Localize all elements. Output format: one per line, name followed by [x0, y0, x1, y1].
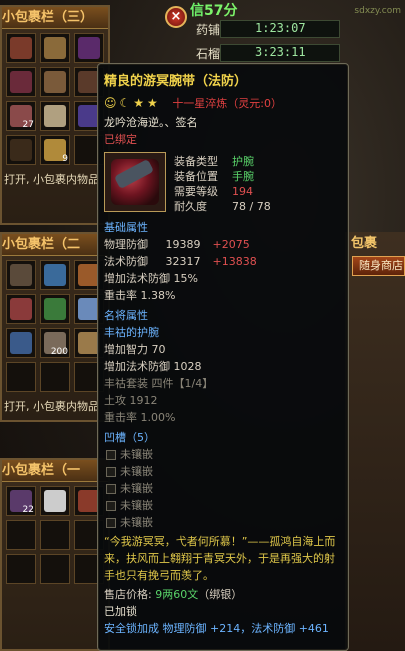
inventory-panel [345, 232, 405, 651]
timer-label: 药铺 [196, 23, 221, 37]
named-attr-title: 名将属性 [104, 309, 148, 322]
smile-icon: ☺ [104, 96, 117, 110]
moon-icon: ☾ [119, 96, 131, 110]
socket-row: 未镶嵌 [106, 463, 342, 480]
bag-title: 小包裹栏（三） [2, 7, 108, 29]
owner-signature: 龙吟沧海逆。、签名 [104, 116, 198, 129]
bag-hint: 打开, 小包裹内物品 [4, 173, 99, 186]
star-icon: ★ [147, 96, 158, 110]
set-line: 丰祜套装 四件【1/4】 [104, 377, 214, 390]
lock-status: 已加锁 [104, 605, 137, 618]
bag-slot[interactable]: 22 [6, 486, 36, 516]
close-button[interactable]: × [165, 6, 187, 28]
timer-value: 3:23:11 [255, 45, 306, 59]
bag-grid: 22 [2, 482, 108, 588]
bag-panel-1: 小包裹栏（一 22 [0, 458, 110, 651]
bag-slot[interactable]: 27 [6, 101, 36, 131]
portable-shop-button[interactable]: 随身商店 [352, 256, 405, 276]
bag-hint: 打开, 小包裹内物品 [4, 400, 99, 413]
refine-row: ☺ ☾ ★ ★ 十一星淬炼（灵元:0） [104, 95, 342, 112]
socket-row: 未镶嵌 [106, 514, 342, 531]
bag-slot[interactable]: 200 [40, 328, 70, 358]
bag-title: 小包裹栏（二 [2, 234, 108, 256]
socket-title: 凹槽（5） [104, 431, 155, 444]
item-name: 精良的游冥腕带（法防） [104, 74, 248, 89]
bag-panel-2: 小包裹栏（二 200 打开, 小包裹内物品 [0, 232, 110, 422]
bag-slot[interactable] [40, 294, 70, 324]
base-attr-title: 基础属性 [104, 221, 148, 234]
bag-slot[interactable] [40, 486, 70, 516]
bag-slot[interactable] [40, 362, 70, 392]
bound-status: 已绑定 [104, 133, 137, 146]
timer-value: 1:23:07 [255, 21, 306, 35]
item-icon [104, 152, 166, 212]
bag-slot[interactable]: 9 [40, 135, 70, 165]
bag-slot[interactable] [6, 362, 36, 392]
base-attrs: 物理防御 19389 +2075 法术防御 32317 +13838 增加法术防御 … [104, 238, 257, 302]
lock-bonus: 安全锁加成 物理防御 +214，法术防御 +461 [104, 622, 329, 635]
bag-slot[interactable] [74, 33, 104, 63]
bag-slot[interactable] [6, 33, 36, 63]
bag-panel-3: 小包裹栏（三） 27 9 打开, 小包裹内物品 [0, 5, 110, 225]
bag-slot[interactable] [6, 67, 36, 97]
bag-slot[interactable] [40, 101, 70, 131]
sell-price: 售店价格: 9两60文（绑银） [104, 588, 243, 601]
bag-slot[interactable] [6, 135, 36, 165]
bag-grid: 27 9 [2, 29, 108, 169]
item-description: “今我游冥冥，弋者何所慕！”——孤鸿自海上而来，扶风而上翱翔于青冥天外，于是再强… [104, 535, 336, 582]
bag-grid: 200 [2, 256, 108, 396]
socket-row: 未镶嵌 [106, 480, 342, 497]
empty-socket-icon [106, 501, 116, 511]
watermark: sdxzy.com [354, 6, 401, 16]
close-icon: × [170, 9, 182, 24]
bag-slot[interactable] [6, 294, 36, 324]
named-item-subtitle: 丰祜的护腕 [104, 326, 159, 339]
bag-slot[interactable] [6, 328, 36, 358]
socket-row: 未镶嵌 [106, 446, 342, 463]
socket-list: 未镶嵌 未镶嵌 未镶嵌 未镶嵌 未镶嵌 [104, 446, 342, 531]
bag-slot[interactable] [6, 260, 36, 290]
empty-socket-icon [106, 484, 116, 494]
empty-socket-icon [106, 467, 116, 477]
empty-socket-icon [106, 450, 116, 460]
bag-slot[interactable] [6, 520, 36, 550]
status-text: 信57分 [190, 3, 238, 19]
bag-slot[interactable] [40, 520, 70, 550]
bag-title: 小包裹栏（一 [2, 460, 108, 482]
inventory-title: 包裹 [351, 236, 378, 251]
bag-slot[interactable] [40, 260, 70, 290]
bag-slot[interactable] [40, 554, 70, 584]
empty-socket-icon [106, 518, 116, 528]
star-icon: ★ [133, 96, 145, 110]
refine-text: 十一星淬炼（灵元:0） [172, 97, 283, 110]
bag-slot[interactable] [6, 554, 36, 584]
item-tooltip: 精良的游冥腕带（法防） ☺ ☾ ★ ★ 十一星淬炼（灵元:0） 龙吟沧海逆。、签名 已… [97, 63, 349, 651]
timer-label: 石榴 [196, 47, 221, 61]
bag-slot[interactable] [40, 33, 70, 63]
socket-row: 未镶嵌 [106, 497, 342, 514]
bag-slot[interactable] [40, 67, 70, 97]
